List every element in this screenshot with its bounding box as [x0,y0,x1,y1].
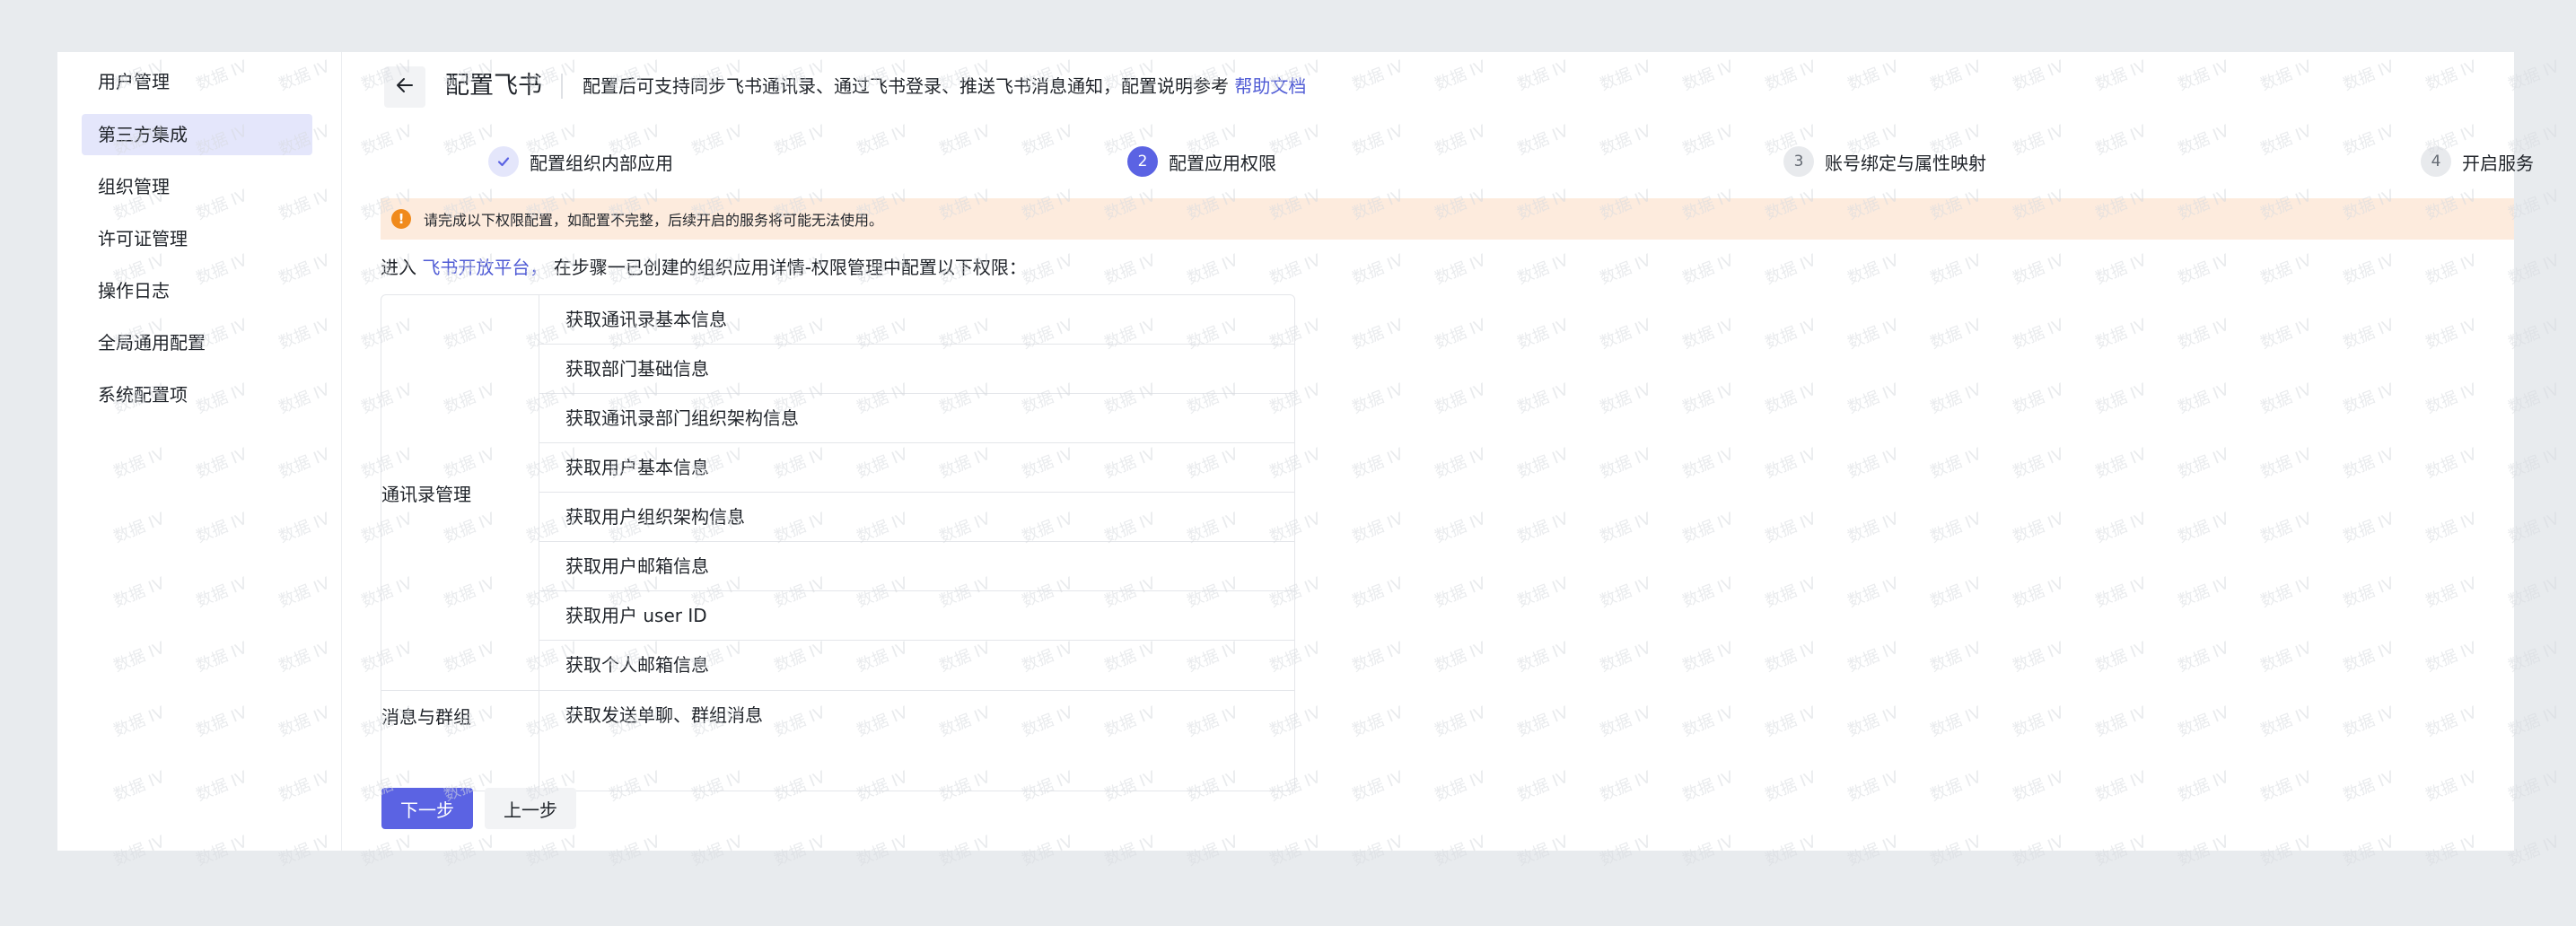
step-4: 4 开启服务 [2421,135,2534,188]
page-title: 配置飞书 [445,72,542,100]
page-description-text: 配置后可支持同步飞书通讯录、通过飞书登录、推送飞书消息通知，配置说明参考 [583,75,1229,97]
feishu-open-platform-link[interactable]: 飞书开放平台， [422,257,548,278]
sidebar-item-license-management[interactable]: 许可证管理 [82,218,312,259]
intro-text: 进入 飞书开放平台， 在步骤一已创建的组织应用详情-权限管理中配置以下权限： [381,251,1027,284]
step-3: 3 账号绑定与属性映射 [1783,135,1986,188]
step-2-number: 2 [1127,146,1158,177]
sidebar-item-org-management[interactable]: 组织管理 [82,166,312,207]
permission-row: 获取发送单聊、群组消息 [565,704,763,726]
permission-row: 获取用户 user ID [539,591,1294,641]
step-4-number: 4 [2421,146,2451,177]
permission-row: 获取部门基础信息 [539,345,1294,394]
sidebar-item-third-party-integration[interactable]: 第三方集成 [82,114,312,155]
permission-table: 通讯录管理 获取通讯录基本信息 获取部门基础信息 获取通讯录部门组织架构信息 获… [381,294,1295,791]
app-panel: 用户管理 第三方集成 组织管理 许可证管理 操作日志 全局通用配置 系统配置项 … [57,52,2534,851]
intro-suffix: 在步骤一已创建的组织应用详情-权限管理中配置以下权限： [553,257,1027,278]
permission-row: 获取个人邮箱信息 [565,654,709,676]
warning-circle-icon: ! [391,209,411,229]
step-2: 2 配置应用权限 [1127,135,1276,188]
step-4-label: 开启服务 [2462,152,2534,174]
sidebar-item-user-management[interactable]: 用户管理 [82,61,312,102]
warning-alert: ! 请完成以下权限配置，如配置不完整，后续开启的服务将可能无法使用。 [381,198,2514,240]
permission-row: 获取通讯录部门组织架构信息 [539,394,1294,443]
arrow-left-icon [395,75,415,99]
step-1: 配置组织内部应用 [488,135,673,188]
group-label-contacts: 通讯录管理 [381,483,471,505]
group-label-messages: 消息与群组 [381,705,471,728]
prev-step-button[interactable]: 上一步 [485,788,576,829]
page-description: 配置后可支持同步飞书通讯录、通过飞书登录、推送飞书消息通知，配置说明参考 帮助文… [583,70,1306,102]
alert-text: 请完成以下权限配置，如配置不完整，后续开启的服务将可能无法使用。 [424,212,884,229]
sidebar-item-system-config[interactable]: 系统配置项 [82,374,312,415]
permission-row: 获取通讯录基本信息 [539,295,1294,345]
check-icon [488,146,519,177]
back-button[interactable] [384,66,425,108]
step-3-label: 账号绑定与属性映射 [1825,152,1986,174]
permission-row: 获取用户组织架构信息 [539,493,1294,542]
sidebar-item-operation-log[interactable]: 操作日志 [82,270,312,311]
main-content: 配置飞书 配置后可支持同步飞书通讯录、通过飞书登录、推送飞书消息通知，配置说明参… [342,52,2534,851]
step-2-label: 配置应用权限 [1169,152,1276,174]
sidebar-item-global-config[interactable]: 全局通用配置 [82,322,312,363]
steps-bar: 配置组织内部应用 2 配置应用权限 3 账号绑定与属性映射 4 开启服务 [342,135,2534,188]
permission-row: 获取用户基本信息 [539,443,1294,493]
title-divider [561,74,563,99]
help-doc-link[interactable]: 帮助文档 [1234,75,1306,97]
permission-row: 获取用户邮箱信息 [539,542,1294,591]
step-1-label: 配置组织内部应用 [530,152,673,174]
sidebar: 用户管理 第三方集成 组织管理 许可证管理 操作日志 全局通用配置 系统配置项 [57,52,342,851]
step-3-number: 3 [1783,146,1814,177]
next-step-button[interactable]: 下一步 [381,788,473,829]
intro-prefix: 进入 [381,257,416,278]
